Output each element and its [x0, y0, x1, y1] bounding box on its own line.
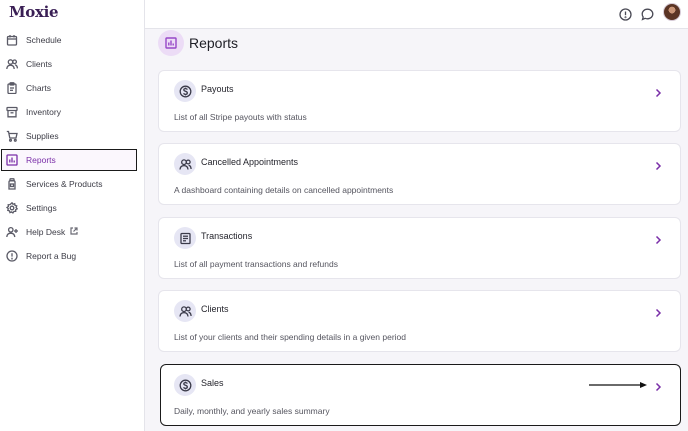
- report-card-payouts[interactable]: Payouts List of all Stripe payouts with …: [158, 70, 681, 132]
- report-title: Sales: [201, 378, 224, 388]
- page-title: Reports: [189, 35, 239, 51]
- chevron-right-icon[interactable]: [654, 85, 662, 98]
- sidebar-item-label: Charts: [26, 83, 52, 93]
- chevron-right-icon[interactable]: [654, 232, 662, 245]
- info-icon[interactable]: [619, 8, 632, 21]
- receipt-icon: [174, 227, 196, 249]
- users-icon: [174, 153, 196, 175]
- report-description: List of your clients and their spending …: [174, 332, 407, 342]
- pointer-arrow: [589, 382, 647, 388]
- sidebar-item-label: Reports: [26, 155, 56, 165]
- report-card-sales[interactable]: Sales Daily, monthly, and yearly sales s…: [160, 364, 681, 426]
- external-link-icon: [70, 227, 78, 237]
- dollar-circle-icon: [174, 374, 196, 396]
- report-title: Payouts: [201, 84, 234, 94]
- alert-circle-icon: [6, 250, 18, 262]
- sidebar-item-label: Services & Products: [26, 179, 103, 189]
- chat-icon[interactable]: [641, 8, 654, 21]
- user-plus-icon: [6, 226, 18, 238]
- sidebar-item-supplies[interactable]: Supplies: [1, 125, 137, 147]
- sidebar-item-reports[interactable]: Reports: [1, 149, 137, 171]
- report-card-cancelled-appointments[interactable]: Cancelled Appointments A dashboard conta…: [158, 143, 681, 205]
- bar-chart-icon: [158, 30, 184, 56]
- sidebar-item-schedule[interactable]: Schedule: [1, 29, 137, 51]
- sidebar: Moxie Schedule Clients Charts Inventory …: [0, 0, 145, 431]
- main-content: Reports Payouts List of all Stripe payou…: [145, 0, 688, 431]
- page-header: Reports: [158, 30, 238, 56]
- moxie-logo[interactable]: Moxie: [9, 3, 59, 21]
- calendar-icon: [6, 34, 18, 46]
- chevron-right-icon[interactable]: [654, 158, 662, 171]
- sidebar-item-label: Schedule: [26, 35, 62, 45]
- report-title: Transactions: [201, 231, 253, 241]
- gear-icon: [6, 202, 18, 214]
- users-icon: [6, 58, 18, 70]
- chevron-right-icon[interactable]: [654, 379, 662, 392]
- bar-chart-icon: [6, 154, 18, 166]
- report-title: Clients: [201, 304, 229, 314]
- report-title: Cancelled Appointments: [201, 157, 299, 167]
- sidebar-item-label: Settings: [26, 203, 57, 213]
- sidebar-item-help-desk[interactable]: Help Desk: [1, 221, 137, 243]
- clipboard-icon: [6, 82, 18, 94]
- sidebar-item-label: Clients: [26, 59, 52, 69]
- sidebar-item-label: Supplies: [26, 131, 59, 141]
- sidebar-item-services-products[interactable]: Services & Products: [1, 173, 137, 195]
- sidebar-item-label: Report a Bug: [26, 251, 77, 261]
- avatar[interactable]: [663, 3, 681, 21]
- report-card-clients[interactable]: Clients List of your clients and their s…: [158, 290, 681, 352]
- dollar-circle-icon: [174, 80, 196, 102]
- sidebar-item-label: Help Desk: [26, 227, 66, 237]
- sidebar-item-settings[interactable]: Settings: [1, 197, 137, 219]
- report-description: Daily, monthly, and yearly sales summary: [174, 406, 330, 416]
- cart-icon: [6, 130, 18, 142]
- archive-icon: [6, 106, 18, 118]
- report-card-transactions[interactable]: Transactions List of all payment transac…: [158, 217, 681, 279]
- sidebar-item-report-a-bug[interactable]: Report a Bug: [1, 245, 137, 267]
- sidebar-item-label: Inventory: [26, 107, 61, 117]
- sidebar-item-clients[interactable]: Clients: [1, 53, 137, 75]
- sidebar-item-charts[interactable]: Charts: [1, 77, 137, 99]
- bottle-icon: [6, 178, 18, 190]
- sidebar-item-inventory[interactable]: Inventory: [1, 101, 137, 123]
- report-description: A dashboard containing details on cancel…: [174, 185, 394, 195]
- report-description: List of all payment transactions and ref…: [174, 259, 338, 269]
- users-icon: [174, 300, 196, 322]
- chevron-right-icon[interactable]: [654, 305, 662, 318]
- report-description: List of all Stripe payouts with status: [174, 112, 307, 122]
- top-bar: [145, 0, 688, 29]
